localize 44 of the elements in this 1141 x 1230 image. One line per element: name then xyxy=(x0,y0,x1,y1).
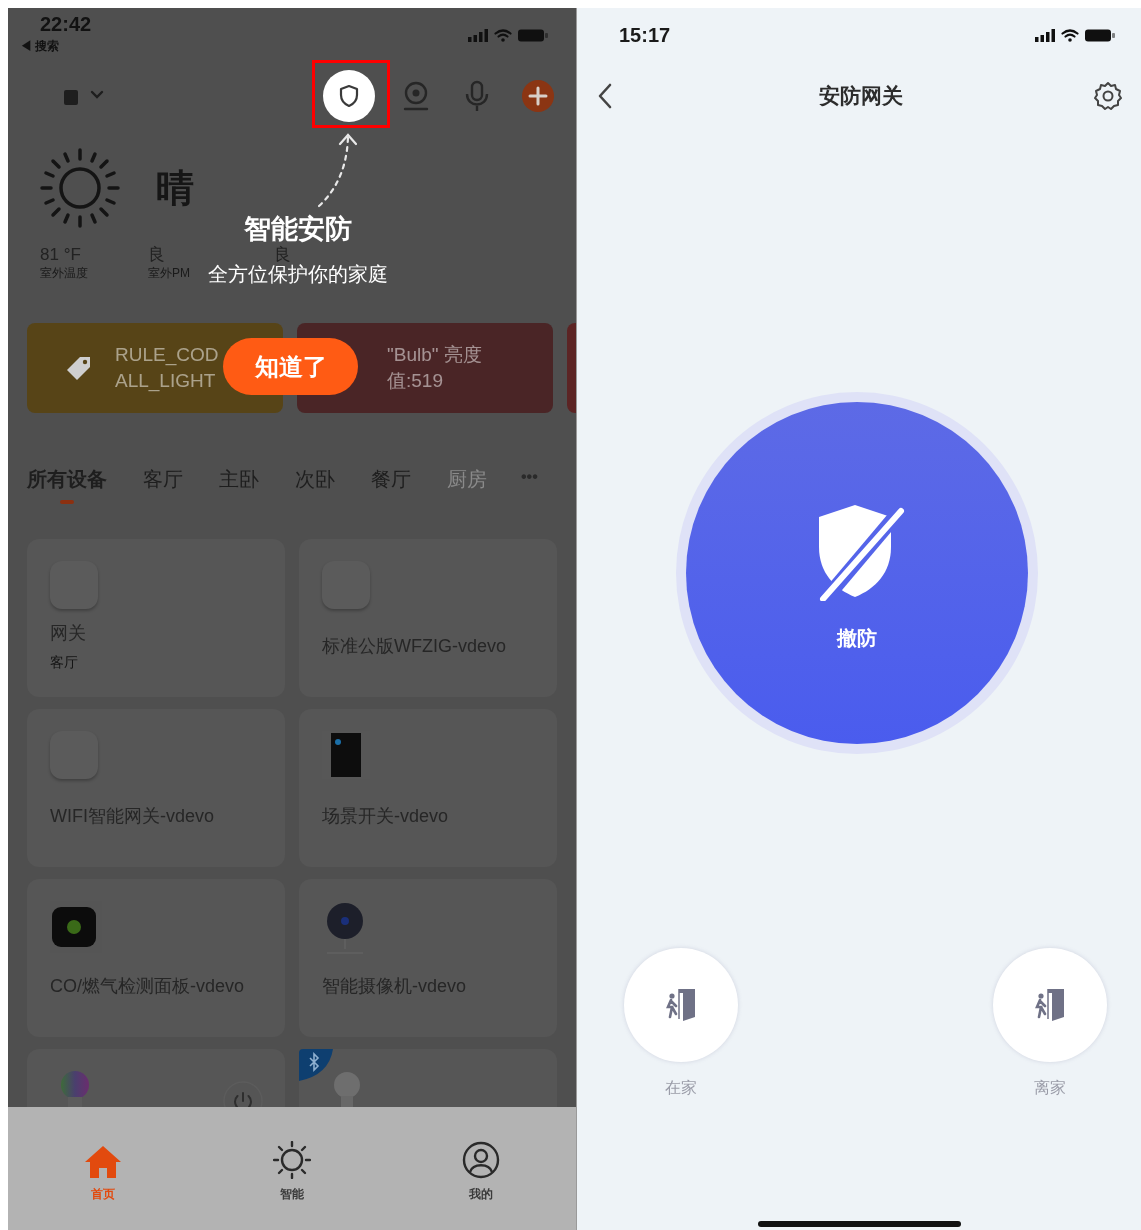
wifi-icon xyxy=(1061,28,1079,42)
back-link[interactable]: ◀ 搜索 xyxy=(20,38,92,54)
settings-icon[interactable] xyxy=(1093,81,1123,111)
square-device-icon xyxy=(50,561,98,609)
scene-text: ALL_LIGHT xyxy=(115,369,217,394)
page-title: 安防网关 xyxy=(819,83,903,110)
guide-subtitle: 全方位保护你的家庭 xyxy=(207,262,389,287)
house-icon xyxy=(83,1145,122,1179)
wifi-icon xyxy=(494,28,512,42)
square-device-icon xyxy=(322,561,370,609)
battery-icon xyxy=(1085,28,1115,42)
tag-icon xyxy=(65,354,93,382)
scene-text: "Bulb" 亮度 xyxy=(387,343,482,367)
mode-label: 离家 xyxy=(1034,1078,1066,1098)
scene-text: 值:519 xyxy=(387,369,444,393)
bulb-icon xyxy=(332,1071,362,1107)
device-room: 客厅 xyxy=(50,653,79,671)
user-icon xyxy=(462,1141,501,1179)
weather-condition: 晴 xyxy=(156,165,194,211)
disarm-button[interactable]: 撤防 xyxy=(686,402,1028,744)
signal-icon xyxy=(1035,28,1055,42)
microphone-icon[interactable] xyxy=(464,80,490,112)
bulb-icon xyxy=(60,1071,90,1107)
got-it-tooltip[interactable]: 知道了 xyxy=(223,338,358,395)
security-button[interactable] xyxy=(323,70,375,122)
battery-icon xyxy=(518,28,548,42)
more-button[interactable]: ••• xyxy=(521,465,538,489)
room-tab[interactable]: 厨房 xyxy=(447,465,487,505)
webcam-icon[interactable] xyxy=(402,81,430,111)
status-time: 15:17 xyxy=(618,23,671,48)
signal-icon xyxy=(468,28,488,42)
tab-bar-item[interactable]: 我的 xyxy=(462,1141,501,1230)
mode-label: 在家 xyxy=(665,1078,697,1098)
status-time: 22:42 xyxy=(40,12,92,36)
back-icon[interactable] xyxy=(597,82,613,110)
sun-icon xyxy=(273,1141,311,1179)
scene-text: RULE_COD xyxy=(115,343,219,368)
square-device-icon xyxy=(50,731,98,779)
bluetooth-badge xyxy=(299,1049,333,1081)
tab-bar-item[interactable]: 首页 xyxy=(83,1141,122,1230)
tab-bar-item[interactable]: 智能 xyxy=(273,1141,311,1230)
sun-icon xyxy=(40,148,120,228)
shield-icon xyxy=(338,84,360,108)
guide-title: 智能安防 xyxy=(243,213,353,246)
